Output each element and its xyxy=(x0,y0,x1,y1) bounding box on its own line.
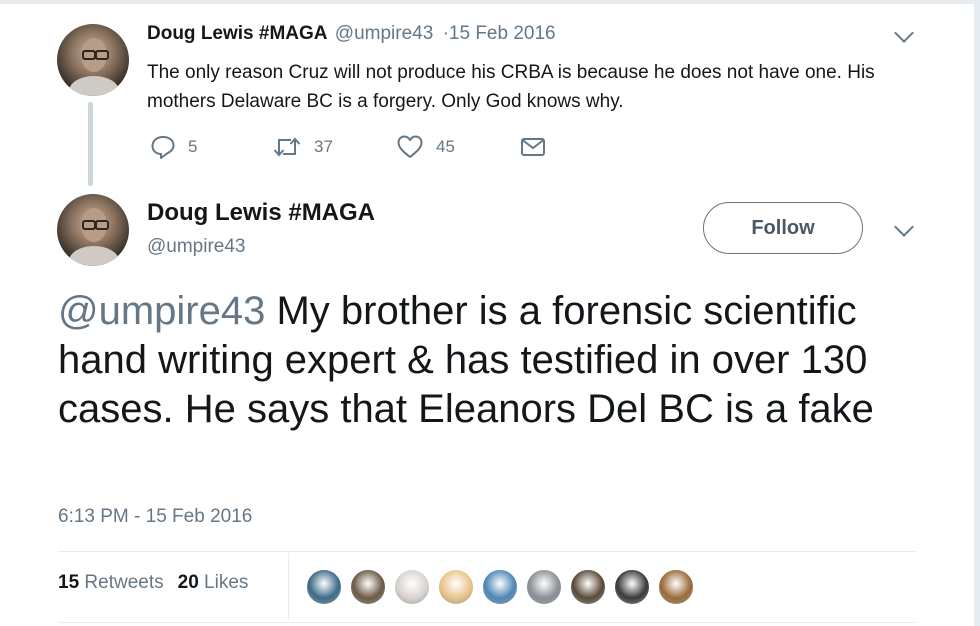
like-action[interactable]: 45 xyxy=(396,134,455,160)
liker-avatar-man[interactable] xyxy=(349,568,387,606)
liker-avatar-bw[interactable] xyxy=(613,568,651,606)
divider xyxy=(58,622,916,623)
author-handle[interactable]: @umpire43 xyxy=(335,23,434,44)
retweets-label: Retweets xyxy=(84,572,164,593)
envelope-icon xyxy=(521,138,545,156)
author-name[interactable]: Doug Lewis #MAGA xyxy=(147,199,375,227)
chevron-down-icon[interactable] xyxy=(894,23,914,43)
author-handle[interactable]: @umpire43 xyxy=(147,236,246,258)
reply-icon xyxy=(151,136,175,159)
retweets-stat[interactable]: 15 Retweets xyxy=(58,572,164,593)
chevron-down-icon[interactable] xyxy=(894,217,914,237)
reply-count: 5 xyxy=(188,137,198,156)
author-name[interactable]: Doug Lewis #MAGA xyxy=(147,23,328,44)
parent-tweet-header: Doug Lewis #MAGA @umpire43 ·15 Feb 2016 xyxy=(147,23,556,45)
liker-avatar-couple[interactable] xyxy=(525,568,563,606)
retweet-action[interactable]: 37 xyxy=(272,134,333,160)
tweet-timestamp[interactable]: 6:13 PM - 15 Feb 2016 xyxy=(58,506,252,528)
top-border xyxy=(0,0,980,4)
likes-stat[interactable]: 20 Likes xyxy=(178,572,249,593)
divider xyxy=(58,551,916,552)
retweet-count: 37 xyxy=(314,137,333,156)
thread-connector xyxy=(88,102,93,186)
direct-message-action[interactable] xyxy=(519,134,547,160)
liker-avatar-eagle[interactable] xyxy=(569,568,607,606)
main-tweet-text: @umpire43 My brother is a forensic scien… xyxy=(58,287,938,434)
tweet-stats: 15 Retweets 20 Likes xyxy=(58,572,248,594)
like-count: 20 xyxy=(177,572,199,593)
parent-tweet-text: The only reason Cruz will not produce hi… xyxy=(147,62,875,112)
liker-avatar-eye[interactable] xyxy=(305,568,343,606)
liker-avatar-trump-girl[interactable] xyxy=(393,568,431,606)
likes-label: Likes xyxy=(204,572,249,593)
mention-link[interactable]: @umpire43 xyxy=(58,289,265,333)
liker-avatar-cartoon[interactable] xyxy=(437,568,475,606)
liker-avatar-flag[interactable] xyxy=(657,568,695,606)
avatar[interactable] xyxy=(57,24,129,96)
retweet-icon xyxy=(273,137,301,157)
like-count: 45 xyxy=(436,137,455,156)
reply-action[interactable]: 5 xyxy=(150,134,197,160)
retweet-count: 15 xyxy=(58,572,80,593)
heart-icon xyxy=(397,135,423,158)
tweet-date[interactable]: 15 Feb 2016 xyxy=(449,23,556,44)
liker-avatar-globe[interactable] xyxy=(481,568,519,606)
avatar[interactable] xyxy=(57,194,129,266)
follow-button[interactable]: Follow xyxy=(703,202,863,254)
stats-separator xyxy=(288,553,289,619)
right-border xyxy=(974,0,980,626)
